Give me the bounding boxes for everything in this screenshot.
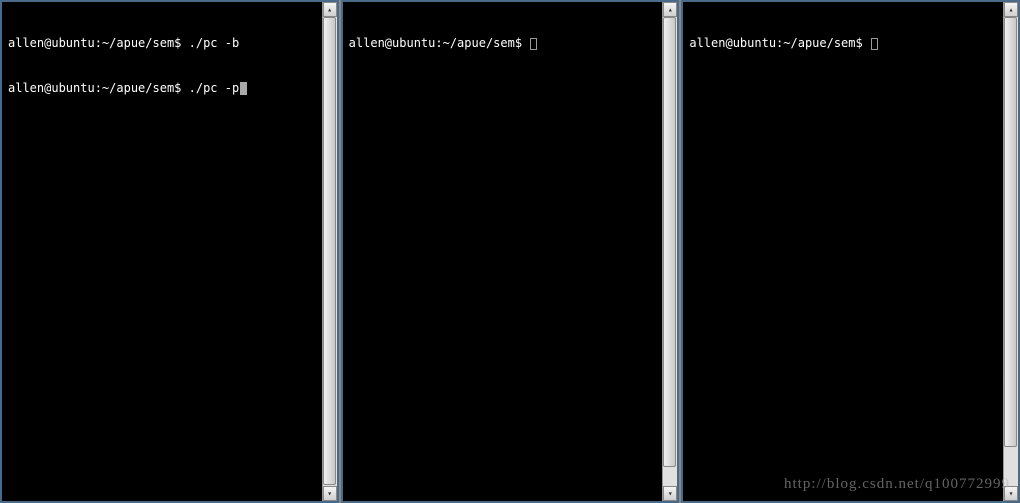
terminal-content-3[interactable]: allen@ubuntu:~/apue/sem$ (683, 2, 1003, 501)
scroll-down-button[interactable]: ▾ (1004, 486, 1018, 501)
shell-prompt: allen@ubuntu:~/apue/sem$ (8, 81, 189, 95)
scroll-thumb[interactable] (663, 17, 676, 467)
scroll-track[interactable] (663, 17, 677, 486)
vertical-scrollbar[interactable]: ▴ ▾ (322, 2, 337, 501)
shell-command: ./pc -b (189, 36, 240, 50)
shell-prompt: allen@ubuntu:~/apue/sem$ (349, 36, 530, 50)
terminal-window-2: allen@ubuntu:~/apue/sem$ ▴ ▾ (341, 0, 680, 503)
vertical-scrollbar[interactable]: ▴ ▾ (662, 2, 677, 501)
terminal-line: allen@ubuntu:~/apue/sem$ ./pc -b (8, 36, 316, 51)
shell-prompt: allen@ubuntu:~/apue/sem$ (8, 36, 189, 50)
scroll-down-button[interactable]: ▾ (663, 486, 677, 501)
terminal-line: allen@ubuntu:~/apue/sem$ (349, 36, 657, 51)
cursor-icon (871, 38, 878, 50)
cursor-icon (530, 38, 537, 50)
cursor-icon (240, 82, 247, 95)
triangle-down-icon: ▾ (668, 489, 673, 498)
scroll-down-button[interactable]: ▾ (323, 486, 337, 501)
scroll-up-button[interactable]: ▴ (323, 2, 337, 17)
triangle-up-icon: ▴ (1009, 5, 1014, 14)
terminal-window-1: allen@ubuntu:~/apue/sem$ ./pc -b allen@u… (0, 0, 339, 503)
shell-prompt: allen@ubuntu:~/apue/sem$ (689, 36, 870, 50)
scroll-track[interactable] (323, 17, 337, 486)
vertical-scrollbar[interactable]: ▴ ▾ (1003, 2, 1018, 501)
triangle-up-icon: ▴ (327, 5, 332, 14)
shell-command: ./pc -p (189, 81, 240, 95)
terminal-line: allen@ubuntu:~/apue/sem$ (689, 36, 997, 51)
scroll-up-button[interactable]: ▴ (663, 2, 677, 17)
triangle-down-icon: ▾ (1009, 489, 1014, 498)
terminal-window-3: allen@ubuntu:~/apue/sem$ ▴ ▾ (681, 0, 1020, 503)
scroll-track[interactable] (1004, 17, 1018, 486)
triangle-up-icon: ▴ (668, 5, 673, 14)
triangle-down-icon: ▾ (327, 489, 332, 498)
scroll-thumb[interactable] (1004, 17, 1017, 447)
terminal-content-2[interactable]: allen@ubuntu:~/apue/sem$ (343, 2, 663, 501)
scroll-up-button[interactable]: ▴ (1004, 2, 1018, 17)
terminal-content-1[interactable]: allen@ubuntu:~/apue/sem$ ./pc -b allen@u… (2, 2, 322, 501)
terminal-line: allen@ubuntu:~/apue/sem$ ./pc -p (8, 81, 316, 96)
scroll-thumb[interactable] (323, 17, 336, 485)
